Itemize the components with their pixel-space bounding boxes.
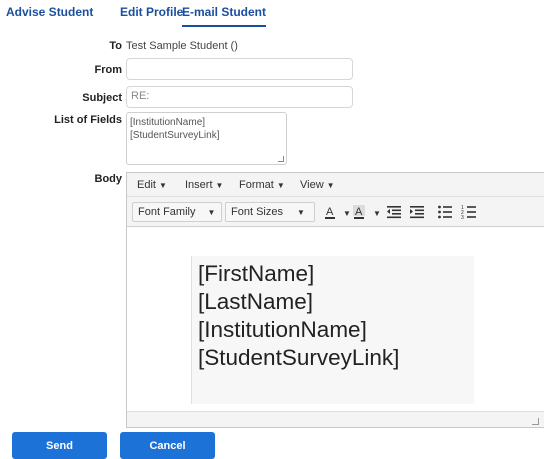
list-of-fields-box[interactable]: [InstitutionName] [StudentSurveyLink] [126, 112, 287, 165]
tab-edit-profile[interactable]: Edit Profile [120, 5, 183, 19]
caret-down-icon: ▼ [207, 208, 216, 217]
editor-menubar: Edit ▼ Insert ▼ Format ▼ View ▼ [127, 173, 544, 197]
svg-text:A: A [355, 206, 363, 218]
list-item[interactable]: [InstitutionName] [130, 116, 283, 129]
merge-field: [StudentSurveyLink] [198, 345, 400, 370]
to-value: Test Sample Student () [126, 40, 238, 52]
subject-label: Subject [82, 92, 122, 104]
text-color-icon[interactable]: A [322, 203, 340, 221]
indent-icon[interactable] [408, 203, 426, 221]
tab-bar: Advise Student Edit Profile E-mail Stude… [0, 0, 544, 28]
caret-down-icon: ▼ [296, 208, 305, 217]
font-family-select[interactable]: Font Family ▼ [132, 202, 222, 222]
editor-toolbar: Font Family ▼ Font Sizes ▼ A ▼ A ▼ 1 2 3 [127, 197, 544, 227]
caret-down-icon: ▼ [215, 181, 224, 190]
list-item[interactable]: [StudentSurveyLink] [130, 129, 283, 142]
from-field[interactable] [126, 58, 353, 80]
merge-field: [FirstName] [198, 261, 315, 286]
from-label: From [94, 64, 123, 76]
menu-view[interactable]: View ▼ [300, 179, 335, 191]
menu-format[interactable]: Format ▼ [239, 179, 285, 191]
outdent-icon[interactable] [385, 203, 403, 221]
cancel-button[interactable]: Cancel [120, 432, 215, 459]
tab-advise-student[interactable]: Advise Student [6, 5, 93, 19]
resize-grip-icon[interactable] [278, 156, 284, 162]
numbered-list-icon[interactable]: 1 2 3 [460, 203, 478, 221]
merge-field: [LastName] [198, 289, 314, 314]
to-label: To [109, 40, 122, 52]
caret-down-icon: ▼ [276, 181, 285, 190]
svg-text:A: A [326, 206, 334, 218]
menu-edit[interactable]: Edit ▼ [137, 179, 167, 191]
bullet-list-icon[interactable] [436, 203, 454, 221]
body-label: Body [94, 173, 123, 185]
caret-down-icon: ▼ [158, 181, 167, 190]
menu-insert[interactable]: Insert ▼ [185, 179, 223, 191]
merge-field: [InstitutionName] [198, 317, 367, 342]
font-sizes-select[interactable]: Font Sizes ▼ [225, 202, 315, 222]
resize-grip-icon[interactable] [532, 418, 539, 425]
caret-down-icon[interactable]: ▼ [343, 209, 351, 218]
send-button[interactable]: Send [12, 432, 107, 459]
list-of-fields-label: List of Fields [54, 114, 122, 126]
background-color-icon[interactable]: A [351, 203, 369, 221]
caret-down-icon[interactable]: ▼ [373, 209, 381, 218]
caret-down-icon: ▼ [326, 181, 335, 190]
editor-statusbar [127, 411, 544, 427]
subject-field[interactable]: RE: [126, 86, 353, 108]
tab-email-student[interactable]: E-mail Student [182, 5, 267, 27]
editor-content[interactable]: [FirstName] [LastName] [InstitutionName]… [191, 256, 474, 404]
svg-text:3: 3 [461, 215, 464, 221]
body-editor[interactable]: Edit ▼ Insert ▼ Format ▼ View ▼ Font Family ▼… [126, 172, 544, 428]
